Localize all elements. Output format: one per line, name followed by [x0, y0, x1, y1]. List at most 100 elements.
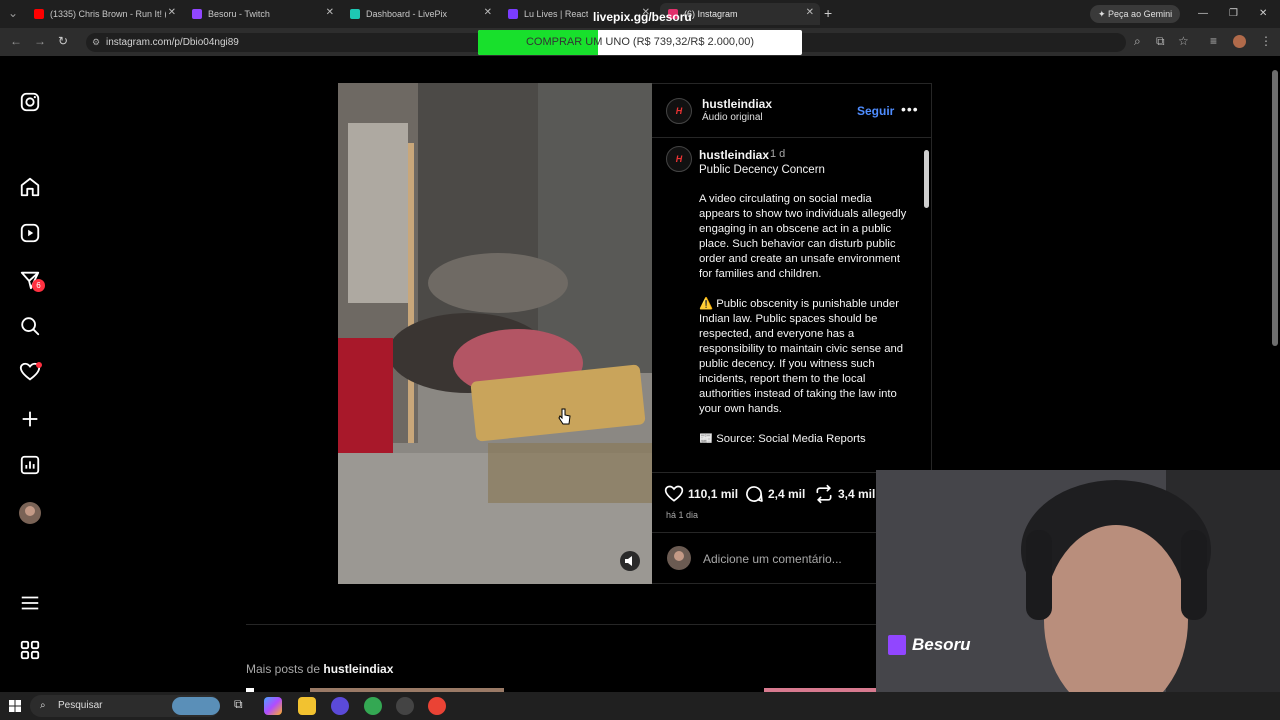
comments-count: 2,4 mil — [768, 487, 806, 501]
dashboard-icon[interactable] — [19, 454, 41, 476]
section-divider — [246, 624, 876, 625]
create-icon[interactable] — [19, 408, 41, 430]
file-explorer-icon[interactable] — [298, 697, 316, 715]
tab-favicon-icon — [34, 9, 44, 19]
windows-taskbar: ⌕ Pesquisar ⧉ — [0, 692, 1280, 720]
caption-username[interactable]: hustleindiax — [699, 148, 769, 162]
home-icon[interactable] — [19, 176, 41, 198]
forward-arrow-icon[interactable]: → — [34, 34, 46, 48]
obs-icon[interactable] — [396, 697, 414, 715]
tab-label: Besoru - Twitch — [208, 9, 270, 19]
gemini-icon: ✦ — [1098, 9, 1109, 19]
more-posts-username[interactable]: hustleindiax — [323, 662, 393, 676]
reels-icon[interactable] — [19, 222, 41, 244]
comment-input[interactable]: Adicione um comentário... — [703, 552, 842, 566]
post-date: há 1 dia — [666, 510, 699, 520]
post-audio-label[interactable]: Áudio original — [702, 112, 763, 123]
search-highlight-image — [172, 697, 220, 715]
share-button[interactable]: 3,4 mil — [814, 484, 875, 504]
zoom-icon[interactable]: ⌕ — [1134, 34, 1141, 49]
windows-start-icon[interactable] — [9, 700, 21, 712]
gemini-label: Peça ao Gemini — [1108, 9, 1173, 19]
more-posts-prefix: Mais posts de — [246, 662, 324, 676]
browser-tab[interactable]: Dashboard - LivePix ✕ — [342, 3, 498, 25]
page-scrollbar[interactable] — [1270, 60, 1280, 470]
more-options-icon[interactable]: ••• — [901, 101, 919, 117]
install-app-icon[interactable]: ⧉ — [1156, 34, 1165, 49]
mute-button[interactable] — [620, 551, 640, 571]
profile-icon[interactable] — [1233, 35, 1246, 48]
comment-button[interactable]: 2,4 mil — [744, 484, 805, 504]
copilot-icon[interactable] — [264, 697, 282, 715]
tab-label: (6) Instagram — [684, 9, 738, 19]
caption-scrollbar[interactable] — [922, 140, 930, 472]
profile-avatar-icon[interactable] — [19, 502, 41, 524]
browser-tab[interactable]: (1335) Chris Brown - Run It! (Of ✕ — [26, 3, 182, 25]
caption-scrollbar-thumb[interactable] — [924, 150, 929, 208]
url-text: instagram.com/p/Dbio04ngi89 — [106, 37, 239, 48]
tab-list-chevron-icon[interactable]: ⌄ — [8, 6, 18, 20]
gemini-button[interactable]: ✦ Peça ao Gemini — [1090, 5, 1181, 23]
taskbar-search-label: Pesquisar — [58, 700, 103, 711]
caption-paragraph: 📰 Source: Social Media Reports — [699, 433, 866, 445]
search-icon: ⌕ — [40, 700, 46, 711]
hand-cursor-icon — [558, 408, 571, 425]
close-tab-icon[interactable]: ✕ — [806, 7, 814, 18]
repost-icon — [816, 484, 832, 504]
chrome-profile-icon[interactable] — [428, 697, 446, 715]
back-arrow-icon[interactable]: ← — [10, 34, 22, 48]
twitch-logo-icon — [888, 635, 906, 655]
close-tab-icon[interactable]: ✕ — [484, 7, 492, 18]
chrome-icon[interactable] — [364, 697, 382, 715]
caption-title: Public Decency Concern — [699, 164, 825, 176]
maximize-window-button[interactable]: ❐ — [1229, 8, 1238, 19]
new-tab-button[interactable]: + — [824, 5, 832, 21]
likes-count: 110,1 mil — [688, 487, 739, 501]
close-tab-icon[interactable]: ✕ — [168, 7, 176, 18]
channel-name: Besoru — [912, 635, 971, 654]
reload-icon[interactable]: ↻ — [58, 34, 68, 48]
post-video[interactable] — [338, 83, 652, 584]
caption-time: 1 d — [770, 148, 786, 160]
post-author-username[interactable]: hustleindiax — [702, 97, 772, 111]
shares-count: 3,4 mil — [838, 487, 876, 501]
video-frame — [338, 83, 652, 584]
webcam-overlay: Besoru — [876, 470, 1280, 692]
task-view-icon[interactable]: ⧉ — [234, 697, 243, 712]
follow-button[interactable]: Seguir — [857, 104, 894, 118]
caption-body: A video circulating on social media appe… — [699, 192, 911, 462]
donation-goal-bar: COMPRAR UM UNO (R$ 739,32/R$ 2.000,00) — [478, 30, 802, 55]
discord-icon[interactable] — [331, 697, 349, 715]
tab-favicon-icon — [192, 9, 202, 19]
caption-paragraph: ⚠️ Public obscenity is punishable under … — [699, 298, 904, 415]
instagram-logo-icon[interactable] — [19, 91, 41, 113]
close-tab-icon[interactable]: ✕ — [326, 7, 334, 18]
taskbar-search[interactable]: ⌕ Pesquisar — [30, 695, 220, 717]
bookmark-star-icon[interactable]: ☆ — [1178, 34, 1189, 48]
browser-tab[interactable]: Besoru - Twitch ✕ — [184, 3, 340, 25]
caption-paragraph: A video circulating on social media appe… — [699, 193, 907, 280]
close-window-button[interactable]: ✕ — [1259, 8, 1267, 19]
tab-label: (1335) Chris Brown - Run It! (Of — [50, 9, 166, 19]
heart-icon — [664, 485, 684, 502]
tab-favicon-icon — [350, 9, 360, 19]
page-scrollbar-thumb[interactable] — [1272, 70, 1278, 346]
like-button[interactable]: 110,1 mil — [664, 484, 738, 504]
site-info-icon[interactable]: ⚙ — [92, 33, 100, 52]
tab-label: Lu Lives | React — [524, 9, 589, 19]
browser-menu-icon[interactable]: ⋮ — [1260, 34, 1272, 48]
minimize-window-button[interactable]: — — [1198, 8, 1208, 19]
speaker-icon — [625, 556, 632, 566]
messages-badge: 6 — [32, 279, 45, 292]
webcam-feed — [876, 470, 1280, 692]
more-apps-icon[interactable] — [19, 639, 41, 661]
search-icon[interactable] — [19, 315, 41, 337]
caption-author-avatar[interactable]: H — [666, 146, 692, 172]
screen: ⌄ (1335) Chris Brown - Run It! (Of ✕ Besor… — [0, 0, 1280, 720]
post-author-avatar[interactable]: H — [666, 98, 692, 124]
reading-list-icon[interactable]: ≡ — [1210, 34, 1217, 48]
instagram-sidebar: 6 — [0, 56, 62, 692]
header-divider — [652, 137, 931, 138]
menu-icon[interactable] — [19, 592, 41, 614]
current-user-avatar — [667, 546, 691, 570]
